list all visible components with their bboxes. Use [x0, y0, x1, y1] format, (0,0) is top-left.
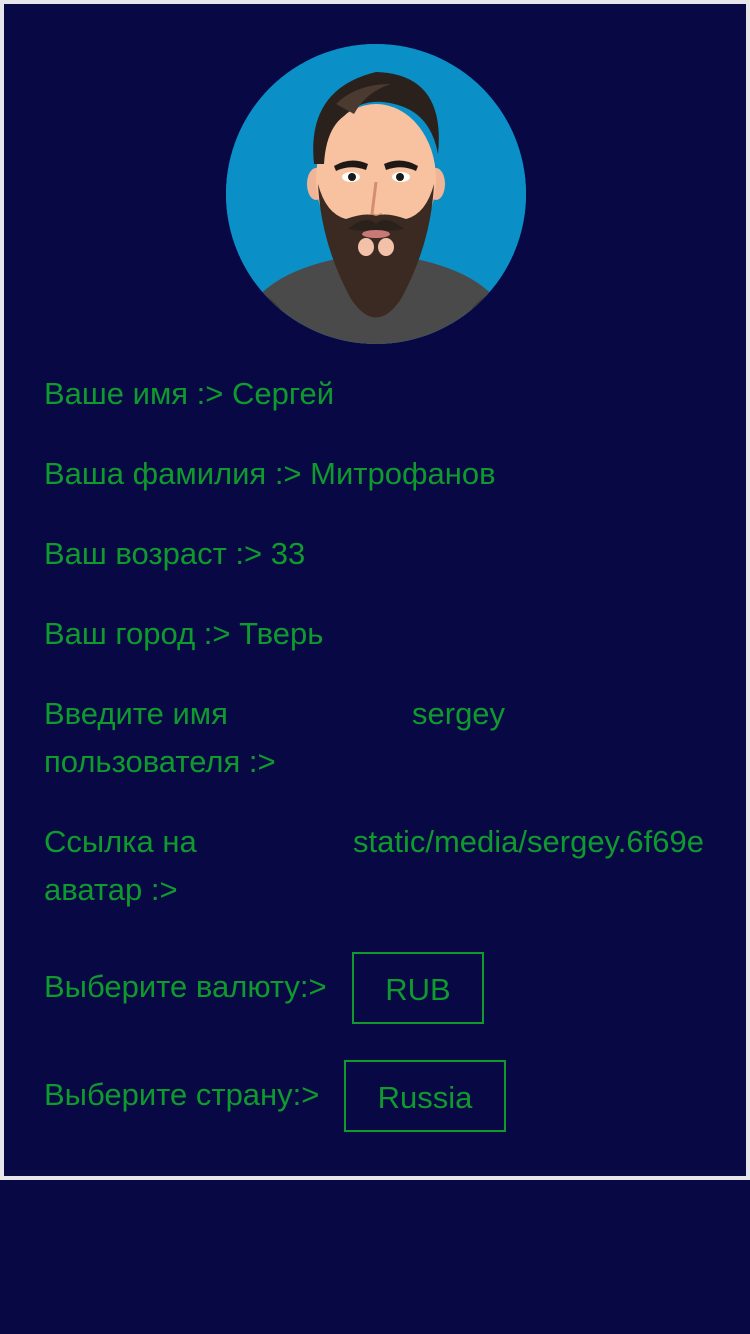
profile-page: Ваше имя :> Сергей Ваша фамилия :> Митро… [0, 0, 750, 1334]
last-name-label: Ваша фамилия :> [44, 456, 302, 491]
username-label: Введите имя пользователя :> [44, 696, 276, 779]
currency-select[interactable]: RUB [352, 952, 484, 1024]
last-name-row: Ваша фамилия :> Митрофанов [44, 450, 496, 498]
bearded-man-avatar-icon [226, 44, 526, 344]
last-name-value: Митрофанов [310, 456, 496, 491]
avatar-link-input[interactable]: static/media/sergey.6f69e [353, 818, 706, 866]
avatar-link-label: Ссылка на аватар :> [44, 824, 197, 907]
first-name-row: Ваше имя :> Сергей [44, 370, 334, 418]
profile-card: Ваше имя :> Сергей Ваша фамилия :> Митро… [0, 0, 750, 1180]
username-input[interactable]: sergey [412, 690, 712, 738]
first-name-value: Сергей [232, 376, 335, 411]
age-value: 33 [270, 536, 306, 571]
city-value: Тверь [239, 616, 324, 651]
city-label: Ваш город :> [44, 616, 231, 651]
country-label: Выберите страну:> [44, 1077, 320, 1112]
avatar [226, 44, 526, 344]
currency-label: Выберите валюту:> [44, 969, 327, 1004]
city-row: Ваш город :> Тверь [44, 610, 323, 658]
country-select[interactable]: Russia [344, 1060, 506, 1132]
age-row: Ваш возраст :> 33 [44, 530, 305, 578]
first-name-label: Ваше имя :> [44, 376, 224, 411]
age-label: Ваш возраст :> [44, 536, 263, 571]
